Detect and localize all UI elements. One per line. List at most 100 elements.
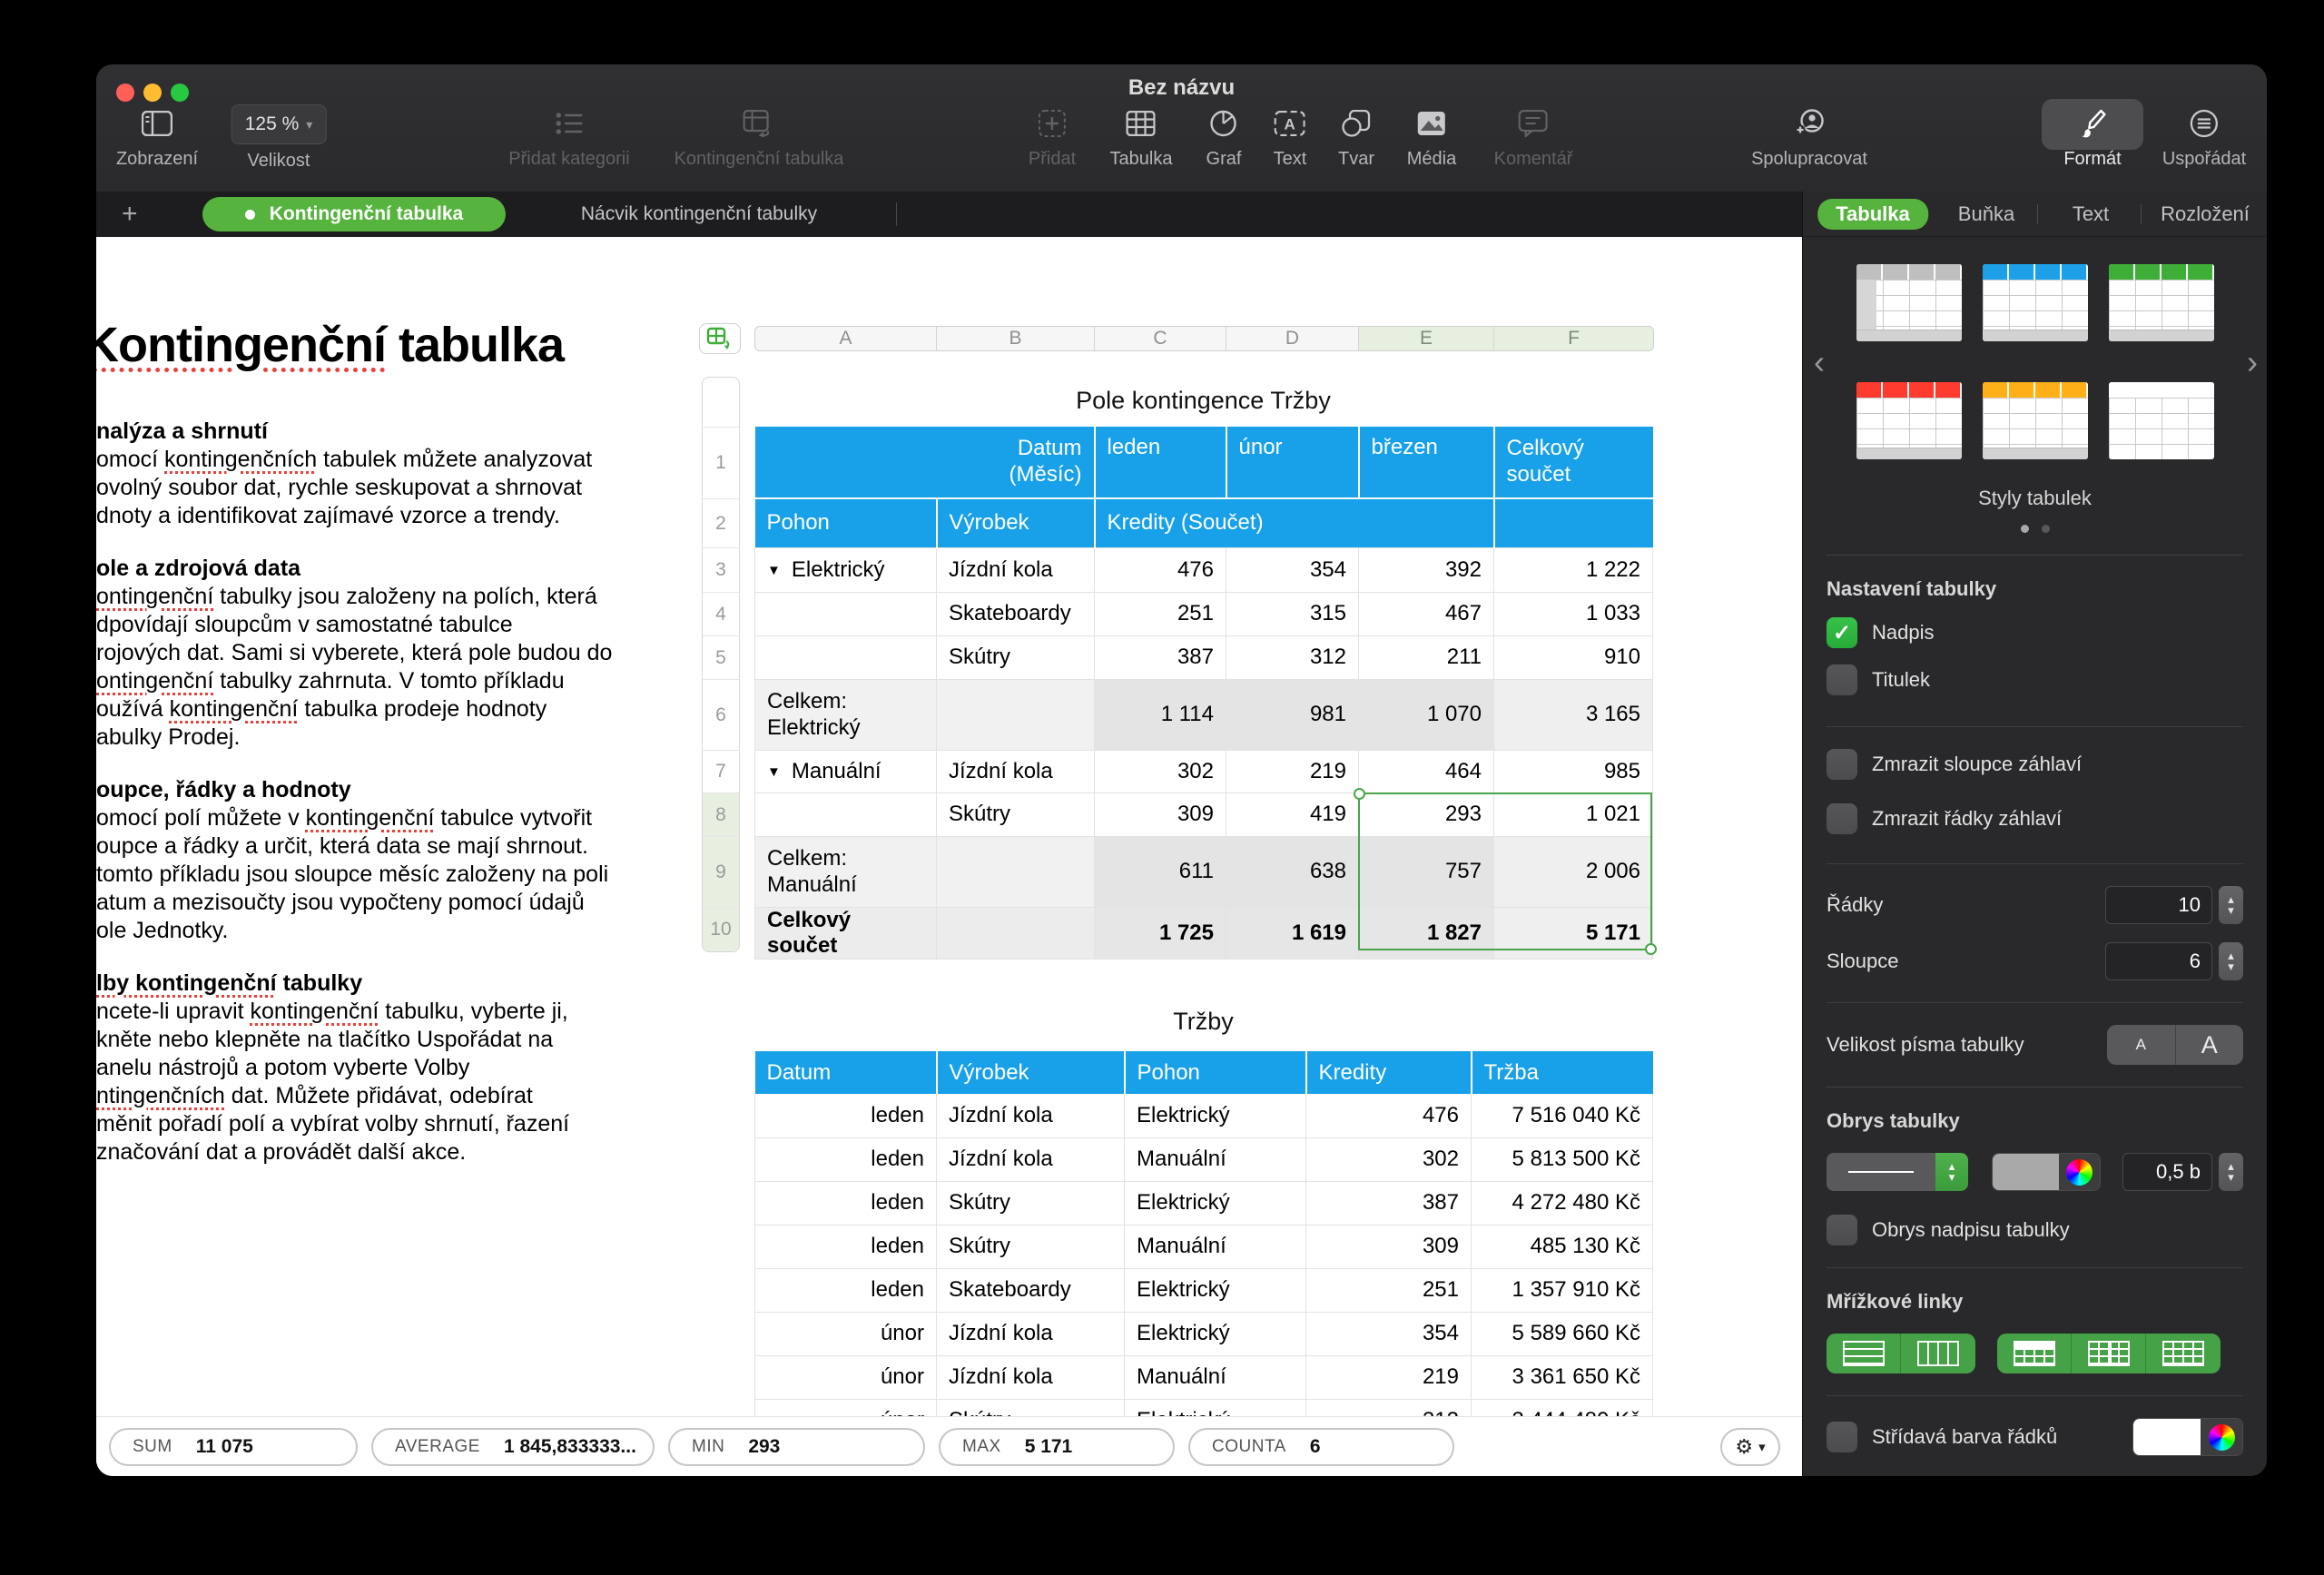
- pivot-cell-value[interactable]: 467: [1359, 592, 1494, 635]
- pivot-header-total[interactable]: Celkový součet: [1494, 427, 1653, 498]
- sales-cell[interactable]: Manuální: [1125, 1355, 1306, 1399]
- pivot-header-month[interactable]: únor: [1226, 427, 1359, 498]
- column-header-F[interactable]: F: [1494, 327, 1653, 350]
- sales-table[interactable]: DatumVýrobekPohonKredityTržbaledenJízdní…: [754, 1051, 1653, 1443]
- pivot-cell-value[interactable]: 910: [1494, 635, 1653, 679]
- font-smaller-button[interactable]: A: [2107, 1025, 2176, 1065]
- sales-table-title[interactable]: Tržby: [754, 1008, 1652, 1036]
- table-style-plain[interactable]: [2109, 382, 2214, 459]
- pivot-cell-value[interactable]: 3 165: [1494, 679, 1653, 750]
- sales-header-Výrobek[interactable]: Výrobek: [937, 1051, 1125, 1094]
- pivot-cell-group[interactable]: Celkem: Manuální: [755, 836, 937, 907]
- pivot-cell-value[interactable]: 1 222: [1494, 547, 1653, 592]
- pivot-header-b[interactable]: Výrobek: [937, 498, 1095, 547]
- pivot-header-month[interactable]: březen: [1359, 427, 1494, 498]
- sales-cell[interactable]: 3 361 650 Kč: [1472, 1355, 1653, 1399]
- sales-cell[interactable]: Skútry: [937, 1181, 1125, 1225]
- pivot-cell-group[interactable]: [755, 792, 937, 836]
- outline-width-stepper[interactable]: ▴▾: [2219, 1153, 2243, 1191]
- styles-page-dots[interactable]: [1827, 525, 2243, 533]
- pivot-cell-group[interactable]: [755, 635, 937, 679]
- sales-cell[interactable]: 485 130 Kč: [1472, 1225, 1653, 1268]
- column-header-D[interactable]: D: [1226, 327, 1359, 350]
- sales-cell[interactable]: Jízdní kola: [937, 1355, 1125, 1399]
- status-pill-sum[interactable]: SUM11 075: [109, 1428, 358, 1466]
- styles-prev-button[interactable]: ‹: [1814, 343, 1825, 381]
- gridline-all-button[interactable]: [2146, 1334, 2221, 1373]
- pivot-cell-value[interactable]: 251: [1095, 592, 1226, 635]
- checkbox-checked[interactable]: ✓: [1827, 617, 1857, 648]
- organize-button[interactable]: Uspořádat: [2162, 104, 2246, 170]
- alternating-row-color-well[interactable]: [2132, 1418, 2243, 1456]
- checkbox-row-titulek[interactable]: Titulek: [1827, 664, 2243, 695]
- tab-kontingencni-tabulka[interactable]: Kontingenční tabulka: [202, 197, 506, 231]
- styles-next-button[interactable]: ›: [2247, 343, 2258, 381]
- text-button[interactable]: A Text: [1274, 104, 1307, 170]
- pivot-cell-group[interactable]: Celkový součet: [755, 907, 937, 959]
- inspector-tab-text[interactable]: Text: [2073, 202, 2109, 226]
- pivot-cell-group[interactable]: ▼Manuální: [755, 750, 937, 792]
- sales-header-Tržba[interactable]: Tržba: [1472, 1051, 1653, 1094]
- sales-cell[interactable]: 5 589 660 Kč: [1472, 1312, 1653, 1355]
- tab-nacvik-kontingencni-tabulky[interactable]: Nácvik kontingenční tabulky: [581, 203, 817, 225]
- table-style-orange[interactable]: [1983, 382, 2088, 459]
- pivot-cell-value[interactable]: 638: [1226, 836, 1359, 907]
- shape-button[interactable]: Tvar: [1338, 104, 1374, 170]
- checkbox[interactable]: [1827, 664, 1857, 695]
- view-button[interactable]: Zobrazení: [116, 104, 198, 170]
- media-button[interactable]: Média: [1407, 104, 1456, 170]
- sales-cell[interactable]: Elektrický: [1125, 1268, 1306, 1312]
- gridline-vertical-button[interactable]: [1901, 1334, 1975, 1373]
- status-pill-max[interactable]: MAX5 171: [939, 1428, 1175, 1466]
- pivot-cell-product[interactable]: [937, 836, 1095, 907]
- pivot-cell-group[interactable]: [755, 592, 937, 635]
- pivot-cell-value[interactable]: 611: [1095, 836, 1226, 907]
- rows-count-field[interactable]: 10: [2105, 886, 2212, 924]
- pivot-header-empty[interactable]: [1494, 498, 1653, 547]
- pivot-cell-value[interactable]: 1 114: [1095, 679, 1226, 750]
- table-style-blue[interactable]: [1983, 264, 2088, 341]
- sales-cell[interactable]: 5 813 500 Kč: [1472, 1137, 1653, 1181]
- checkbox[interactable]: [1827, 1422, 1857, 1452]
- chart-button[interactable]: Graf: [1206, 104, 1242, 170]
- color-wheel-icon[interactable]: [2201, 1419, 2242, 1455]
- row-header-2[interactable]: 2: [703, 499, 739, 548]
- sales-cell[interactable]: 476: [1306, 1094, 1472, 1137]
- inspector-tab-tabulka[interactable]: Tabulka: [1817, 199, 1928, 230]
- pivot-cell-value[interactable]: 1 033: [1494, 592, 1653, 635]
- pivot-cell-product[interactable]: [937, 907, 1095, 959]
- sales-cell[interactable]: leden: [755, 1225, 937, 1268]
- pivot-cell-value[interactable]: 219: [1226, 750, 1359, 792]
- pivot-cell-value[interactable]: 309: [1095, 792, 1226, 836]
- pivot-cell-value[interactable]: 315: [1226, 592, 1359, 635]
- pivot-cell-product[interactable]: Skateboardy: [937, 592, 1095, 635]
- pivot-cell-product[interactable]: Skútry: [937, 635, 1095, 679]
- row-header-3[interactable]: 3: [703, 548, 739, 593]
- status-pill-min[interactable]: MIN293: [668, 1428, 925, 1466]
- page-dot[interactable]: [2042, 525, 2050, 533]
- sales-cell[interactable]: 251: [1306, 1268, 1472, 1312]
- pivot-cell-value[interactable]: 419: [1226, 792, 1359, 836]
- rows-stepper[interactable]: ▴▾: [2219, 886, 2243, 924]
- pivot-cell-value[interactable]: 1 619: [1226, 907, 1359, 959]
- pivot-cell-value[interactable]: 985: [1494, 750, 1653, 792]
- sales-cell[interactable]: Elektrický: [1125, 1094, 1306, 1137]
- page-dot-active[interactable]: [2021, 525, 2029, 533]
- pivot-cell-group[interactable]: ▼Elektrický: [755, 547, 937, 592]
- checkbox-row-stridava-barva[interactable]: Střídavá barva řádků: [1827, 1422, 2132, 1452]
- sales-cell[interactable]: Elektrický: [1125, 1312, 1306, 1355]
- document-title[interactable]: Kontingenční tabulka: [96, 317, 695, 373]
- format-button[interactable]: Formát: [2063, 104, 2121, 170]
- sales-cell[interactable]: leden: [755, 1268, 937, 1312]
- pivot-header-a[interactable]: Pohon: [755, 498, 937, 547]
- sales-cell[interactable]: Skateboardy: [937, 1268, 1125, 1312]
- gridline-header-columns-button[interactable]: [2072, 1334, 2146, 1373]
- checkbox-row-zmrazit-sloupce[interactable]: Zmrazit sloupce záhlaví: [1827, 749, 2243, 780]
- checkbox[interactable]: [1827, 749, 1857, 780]
- pivot-header-c[interactable]: Kredity (Součet): [1095, 498, 1494, 547]
- pivot-cell-value[interactable]: 354: [1226, 547, 1359, 592]
- sales-cell[interactable]: 302: [1306, 1137, 1472, 1181]
- pivot-cell-value[interactable]: 464: [1359, 750, 1494, 792]
- line-style-stepper[interactable]: ▴▾: [1935, 1153, 1968, 1191]
- add-sheet-button[interactable]: +: [122, 199, 138, 230]
